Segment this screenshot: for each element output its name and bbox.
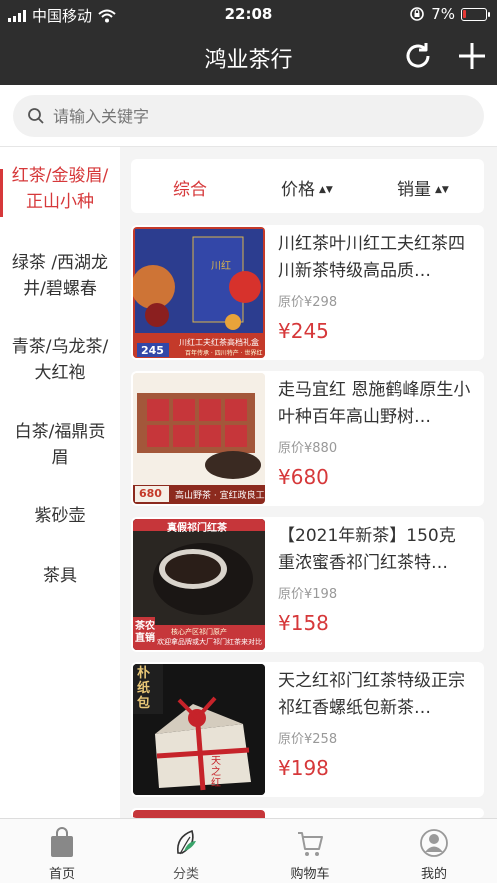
home-bag-icon bbox=[51, 827, 73, 857]
sort-sales-label: 销量 bbox=[397, 180, 431, 200]
title-bar: 鸿业茶行 bbox=[0, 28, 497, 85]
bottom-tab-bar: 首页 分类 购物车 我的 bbox=[0, 818, 497, 883]
category-item-black-tea[interactable]: 红茶/金骏眉/ 正山小种 bbox=[0, 163, 120, 217]
sort-sales-tab[interactable]: 销量 ▲▼ bbox=[397, 175, 449, 200]
sort-bar: 综合 价格 ▲▼ 销量 ▲▼ bbox=[131, 159, 484, 213]
add-icon[interactable] bbox=[456, 40, 488, 72]
category-label: 眉 bbox=[51, 448, 69, 468]
sort-price-tab[interactable]: 价格 ▲▼ bbox=[281, 175, 333, 200]
product-card[interactable]: 真假祁门红茶 茶农直销 核心产区祁门原产 欢迎拿品牌或大厂祁门红茶来对比 【20… bbox=[131, 517, 484, 652]
tab-home[interactable]: 首页 bbox=[0, 819, 124, 883]
top-bar: 中国移动 22:08 7% 鸿业茶行 bbox=[0, 0, 497, 85]
product-card[interactable]: 朴纸包 天之红 天之红祁门红茶特级正宗祁红香螺纸包新茶… 原价¥258 ¥198 bbox=[131, 662, 484, 797]
search-box[interactable] bbox=[13, 95, 484, 137]
search-input[interactable] bbox=[53, 106, 433, 126]
product-image: 朴纸包 天之红 bbox=[133, 664, 265, 795]
sale-price: ¥158 bbox=[278, 611, 329, 635]
tab-profile[interactable]: 我的 bbox=[372, 819, 496, 883]
tab-category[interactable]: 分类 bbox=[124, 819, 248, 883]
profile-icon bbox=[420, 829, 448, 857]
image-caption-sub: 核心产区祁门原产 bbox=[171, 628, 227, 636]
category-item-tea-set[interactable]: 茶具 bbox=[0, 563, 120, 589]
category-item-oolong-tea[interactable]: 青茶/乌龙茶/ 大红袍 bbox=[0, 334, 120, 386]
image-side-text: 茶农直销 bbox=[135, 621, 155, 644]
sort-arrows-icon: ▲▼ bbox=[319, 185, 333, 195]
battery-percent: 7% bbox=[431, 5, 455, 23]
image-caption: 欢迎拿品牌或大厂祁门红茶来对比 bbox=[157, 638, 262, 646]
product-card-partial[interactable] bbox=[131, 808, 484, 818]
category-label: 白茶/福鼎贡 bbox=[14, 422, 106, 442]
product-image: 680 高山野茶 · 宜红政良工艺 bbox=[133, 373, 265, 504]
image-caption: 天之红 bbox=[211, 756, 221, 789]
product-name: 走马宜红 恩施鹤峰原生小叶种百年高山野树… bbox=[278, 380, 471, 427]
status-bar: 中国移动 22:08 7% bbox=[0, 0, 497, 28]
battery-icon bbox=[461, 7, 490, 21]
category-item-teapot[interactable]: 紫砂壶 bbox=[0, 503, 120, 529]
category-label: 大红袍 bbox=[34, 363, 86, 383]
tab-label: 分类 bbox=[172, 867, 199, 882]
sort-price-label: 价格 bbox=[281, 180, 315, 200]
leaf-category-icon bbox=[176, 829, 196, 855]
active-indicator bbox=[0, 169, 3, 217]
image-top-text: 真假祁门红茶 bbox=[167, 523, 227, 534]
search-icon bbox=[28, 108, 44, 124]
original-price: 原价¥298 bbox=[278, 295, 338, 310]
tab-cart[interactable]: 购物车 bbox=[248, 819, 372, 883]
product-image bbox=[133, 810, 265, 818]
sale-price: ¥198 bbox=[278, 756, 329, 780]
search-area bbox=[0, 85, 497, 147]
product-name: 【2021年新茶】150克重浓蜜香祁门红茶特… bbox=[278, 526, 456, 573]
product-name: 天之红祁门红茶特级正宗祁红香螺纸包新茶… bbox=[278, 671, 465, 718]
sale-price: ¥245 bbox=[278, 319, 329, 343]
image-price-badge: 680 bbox=[139, 487, 162, 500]
sort-arrows-icon: ▲▼ bbox=[435, 185, 449, 195]
category-label: 青茶/乌龙茶/ bbox=[11, 337, 109, 357]
category-label: 红茶/金骏眉/ bbox=[11, 166, 109, 186]
category-label: 正山小种 bbox=[26, 192, 94, 212]
original-price: 原价¥880 bbox=[278, 441, 338, 456]
category-label: 井/碧螺春 bbox=[23, 279, 97, 299]
rotation-lock-icon bbox=[410, 7, 425, 21]
product-name: 川红茶叶川红工夫红茶四川新茶特级高品质… bbox=[278, 234, 465, 281]
category-label: 绿茶 /西湖龙 bbox=[11, 253, 109, 273]
image-caption-sub: 百年传承 · 四川特产 · 世界红 bbox=[185, 350, 263, 357]
category-label: 茶具 bbox=[43, 566, 77, 586]
image-caption: 高山野茶 · 宜红政良工艺 bbox=[175, 491, 265, 501]
category-item-green-tea[interactable]: 绿茶 /西湖龙 井/碧螺春 bbox=[0, 250, 120, 302]
product-card[interactable]: 680 高山野茶 · 宜红政良工艺 走马宜红 恩施鹤峰原生小叶种百年高山野树… … bbox=[131, 371, 484, 506]
image-price-badge: 245 bbox=[141, 344, 164, 357]
cart-icon bbox=[298, 832, 323, 856]
original-price: 原价¥258 bbox=[278, 732, 338, 747]
image-title-text: 川红 bbox=[211, 261, 231, 272]
tab-label: 首页 bbox=[48, 867, 75, 882]
product-image: 川红 245 川红工夫红茶高档礼盒 百年传承 · 四川特产 · 世界红 bbox=[133, 227, 265, 358]
category-label: 紫砂壶 bbox=[34, 506, 86, 526]
product-card[interactable]: 川红 245 川红工夫红茶高档礼盒 百年传承 · 四川特产 · 世界红 川红茶叶… bbox=[131, 225, 484, 360]
original-price: 原价¥198 bbox=[278, 587, 338, 602]
tab-label: 我的 bbox=[420, 867, 447, 882]
category-item-white-tea[interactable]: 白茶/福鼎贡 眉 bbox=[0, 419, 120, 471]
tab-label: 购物车 bbox=[290, 867, 330, 882]
sort-overall-tab[interactable]: 综合 bbox=[173, 175, 207, 200]
image-caption: 川红工夫红茶高档礼盒 bbox=[179, 338, 259, 347]
image-side-text: 朴纸包 bbox=[137, 666, 151, 711]
refresh-icon[interactable] bbox=[402, 40, 434, 72]
category-sidebar: 红茶/金骏眉/ 正山小种 绿茶 /西湖龙 井/碧螺春 青茶/乌龙茶/ 大红袍 白… bbox=[0, 147, 120, 818]
product-image: 真假祁门红茶 茶农直销 核心产区祁门原产 欢迎拿品牌或大厂祁门红茶来对比 bbox=[133, 519, 265, 650]
sale-price: ¥680 bbox=[278, 465, 329, 489]
